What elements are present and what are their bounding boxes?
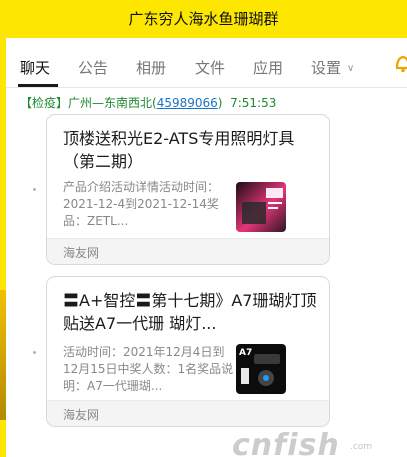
bell-icon[interactable] — [394, 52, 407, 74]
chevron-down-icon: ∨ — [347, 63, 355, 74]
tab-announcement[interactable]: 公告 — [78, 57, 108, 78]
site-watermark-suffix: .com — [350, 442, 373, 452]
sender-close-paren: ) — [217, 96, 223, 110]
card-description: 产品介绍活动详情活动时间：2021-12-4到2021-12-14奖品：ZETL… — [63, 180, 220, 228]
tab-apps[interactable]: 应用 — [253, 57, 283, 78]
message-bullet — [33, 188, 36, 191]
sender-name: 【检疫】广州—东南西北( — [20, 96, 157, 110]
tab-album[interactable]: 相册 — [136, 57, 166, 78]
product-image-icon: A7 — [239, 348, 280, 386]
group-chat-panel: 聊天 公告 相册 文件 应用 设置 ∨ 【检疫】广州—东南西北(45989066)… — [6, 38, 407, 457]
card-footer: 海友网 — [47, 400, 329, 426]
card-source: 海友网 — [63, 246, 100, 260]
card-source: 海友网 — [63, 408, 100, 422]
card-description: 活动时间：2021年12月4日到12月15日中奖人数：1名奖品说明：A7一代珊瑚… — [63, 345, 234, 393]
message-header: 【检疫】广州—东南西北(45989066) 7:51:53 — [20, 94, 276, 111]
site-watermark: cnfish — [232, 428, 340, 457]
tab-bar: 聊天 公告 相册 文件 应用 设置 ∨ — [6, 38, 407, 88]
message-time: 7:51:53 — [230, 96, 277, 110]
share-card[interactable]: 顶楼送积光E2-ATS专用照明灯具（第二期） 产品介绍活动详情活动时间：2021… — [46, 114, 330, 265]
tab-settings[interactable]: 设置 ∨ — [311, 57, 354, 78]
tab-chat[interactable]: 聊天 — [20, 57, 50, 78]
card-footer: 海友网 — [47, 238, 329, 264]
card-thumbnail — [236, 182, 286, 232]
share-card[interactable]: 〓A+智控〓第十七期》A7珊瑚灯顶贴送A7一代珊 瑚灯... 活动时间：2021… — [46, 276, 330, 427]
card-title: 顶楼送积光E2-ATS专用照明灯具（第二期） — [63, 129, 295, 171]
sender-qq-link[interactable]: 45989066 — [157, 96, 218, 110]
card-thumbnail: A7 — [236, 344, 286, 394]
title-bar: 广东穷人海水鱼珊瑚群 — [0, 0, 407, 38]
card-title: 〓A+智控〓第十七期》A7珊瑚灯顶贴送A7一代珊 瑚灯... — [63, 291, 317, 333]
svg-text:A7: A7 — [239, 348, 252, 358]
tab-files[interactable]: 文件 — [195, 57, 225, 78]
active-tab-indicator — [18, 84, 58, 87]
window-title: 广东穷人海水鱼珊瑚群 — [128, 10, 279, 28]
message-bullet — [33, 351, 36, 354]
product-image-icon — [242, 188, 283, 224]
